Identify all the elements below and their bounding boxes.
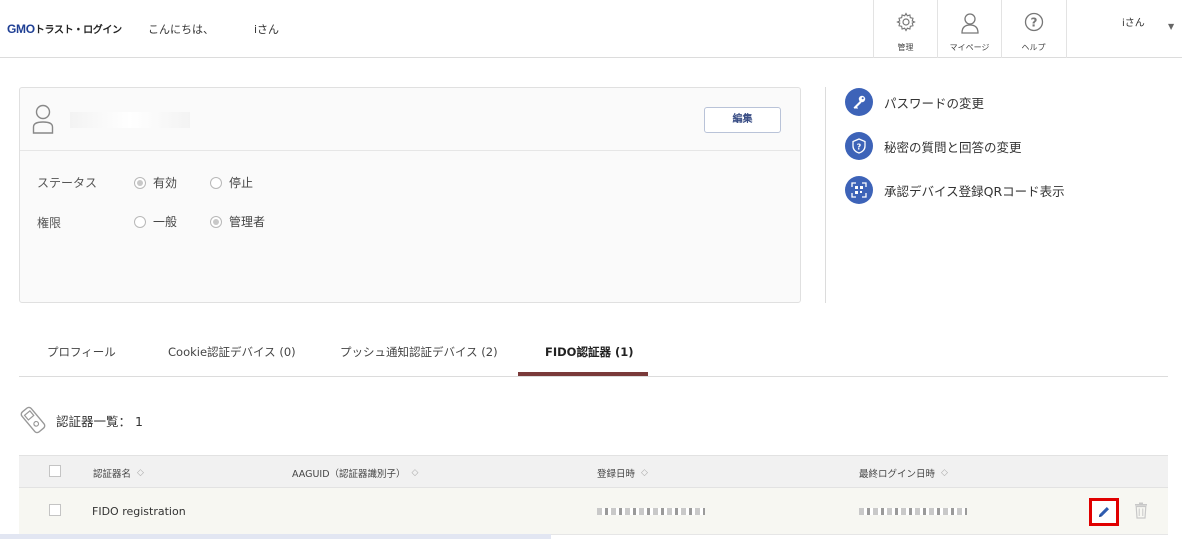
- masked-registered-date: [597, 508, 705, 515]
- person-icon: [961, 13, 979, 34]
- tab-profile[interactable]: プロフィール: [47, 344, 116, 360]
- role-radio-admin[interactable]: 管理者: [210, 213, 265, 230]
- tab-fido-authenticators[interactable]: FIDO認証器 (1): [545, 344, 633, 360]
- edit-authenticator-button[interactable]: [1089, 498, 1119, 526]
- svg-text:?: ?: [1031, 16, 1038, 30]
- status-radio-active[interactable]: 有効: [134, 174, 177, 191]
- column-header-last-login-label: 最終ログイン日時: [859, 469, 936, 480]
- pencil-icon: [1099, 507, 1109, 517]
- question-icon: ?: [1024, 12, 1044, 32]
- table-row: FIDO registration: [19, 488, 1168, 535]
- status-label: ステータス: [37, 176, 98, 190]
- key-icon: [845, 88, 873, 116]
- column-header-registered[interactable]: 登録日時 ◇: [597, 466, 648, 480]
- column-header-name-label: 認証器名: [93, 469, 132, 480]
- brand-logo[interactable]: GMOトラスト・ログイン: [7, 21, 122, 36]
- active-tab-indicator: [518, 372, 648, 376]
- top-header: GMOトラスト・ログイン こんにちは、 iさん 管理 マイページ ? ヘルプ i…: [0, 0, 1182, 58]
- admin-nav-button[interactable]: 管理: [873, 0, 937, 58]
- role-label: 権限: [37, 216, 62, 230]
- role-option-admin-label: 管理者: [229, 215, 266, 229]
- role-radio-general[interactable]: 一般: [134, 213, 177, 230]
- tab-push-devices[interactable]: プッシュ通知認証デバイス (2): [340, 344, 498, 360]
- masked-user-name: [70, 112, 190, 128]
- column-header-aaguid-label: AAGUID（認証器識別子）: [292, 469, 406, 480]
- row-checkbox[interactable]: [49, 504, 61, 516]
- vertical-divider: [825, 87, 826, 303]
- logo-product-text: トラスト・ログイン: [34, 25, 122, 36]
- masked-last-login-date: [859, 508, 967, 515]
- sort-icon: ◇: [941, 468, 948, 478]
- status-option-suspended-label: 停止: [229, 176, 254, 190]
- radio-circle-icon: [210, 215, 222, 228]
- profile-card-header: 編集: [20, 88, 800, 151]
- authenticator-table: 認証器名 ◇ AAGUID（認証器識別子） ◇ 登録日時 ◇ 最終ログイン日時 ◇ FI…: [19, 455, 1168, 535]
- svg-text:?: ?: [857, 143, 862, 152]
- greeting-text: こんにちは、: [148, 23, 214, 36]
- device-tabs: プロフィール Cookie認証デバイス (0) プッシュ通知認証デバイス (2)…: [19, 326, 1168, 377]
- profile-card: 編集 ステータス 有効 停止 権限 一般 管理者: [19, 87, 801, 303]
- horizontal-scrollbar[interactable]: [0, 534, 551, 539]
- logo-brand-text: GMO: [7, 22, 35, 36]
- user-menu-name: iさん: [1122, 18, 1145, 29]
- trash-icon[interactable]: [1134, 502, 1148, 519]
- usb-key-icon: [20, 406, 46, 434]
- change-secret-question-link[interactable]: ? 秘密の質問と回答の変更: [845, 132, 1022, 160]
- column-header-registered-label: 登録日時: [597, 469, 636, 480]
- greeting-user-name: iさん: [254, 23, 280, 36]
- list-title-text: 認証器一覧： 1: [56, 411, 143, 430]
- change-password-link[interactable]: パスワードの変更: [845, 88, 984, 116]
- help-nav-label: ヘルプ: [1021, 43, 1046, 52]
- help-nav-button[interactable]: ? ヘルプ: [1001, 0, 1065, 58]
- list-count: 1: [135, 413, 143, 429]
- list-title-label: 認証器一覧：: [56, 413, 132, 429]
- table-header-row: 認証器名 ◇ AAGUID（認証器識別子） ◇ 登録日時 ◇ 最終ログイン日時 ◇: [19, 455, 1168, 488]
- show-device-qr-link[interactable]: 承認デバイス登録QRコード表示: [845, 176, 1065, 204]
- user-menu-dropdown[interactable]: iさん ▼: [1066, 0, 1182, 58]
- column-header-aaguid[interactable]: AAGUID（認証器識別子） ◇: [292, 466, 418, 480]
- show-device-qr-label: 承認デバイス登録QRコード表示: [884, 183, 1065, 199]
- mypage-nav-label: マイページ: [949, 43, 990, 52]
- shield-question-icon: ?: [845, 132, 873, 160]
- user-avatar-icon: [32, 104, 54, 134]
- tab-cookie-devices[interactable]: Cookie認証デバイス (0): [168, 344, 296, 360]
- sort-icon: ◇: [641, 468, 648, 478]
- admin-nav-label: 管理: [897, 43, 914, 52]
- mypage-nav-button[interactable]: マイページ: [937, 0, 1001, 58]
- edit-profile-button[interactable]: 編集: [704, 107, 781, 133]
- radio-circle-icon: [210, 176, 222, 189]
- radio-circle-icon: [134, 215, 146, 228]
- radio-circle-icon: [134, 176, 146, 189]
- column-header-last-login[interactable]: 最終ログイン日時 ◇: [859, 466, 948, 480]
- authenticator-name-cell: FIDO registration: [92, 505, 186, 518]
- role-option-general-label: 一般: [153, 215, 178, 229]
- select-all-checkbox[interactable]: [49, 465, 61, 477]
- column-header-name[interactable]: 認証器名 ◇: [93, 466, 144, 480]
- chevron-down-icon: ▼: [1168, 22, 1175, 31]
- change-password-label: パスワードの変更: [884, 95, 985, 111]
- qr-code-icon: [845, 176, 873, 204]
- sort-icon: ◇: [411, 468, 419, 478]
- status-radio-suspended[interactable]: 停止: [210, 174, 253, 191]
- gear-icon: [896, 12, 916, 32]
- change-secret-question-label: 秘密の質問と回答の変更: [884, 139, 1022, 155]
- sort-icon: ◇: [137, 468, 144, 478]
- status-option-active-label: 有効: [153, 176, 178, 190]
- authenticator-list-title: 認証器一覧： 1: [19, 405, 143, 435]
